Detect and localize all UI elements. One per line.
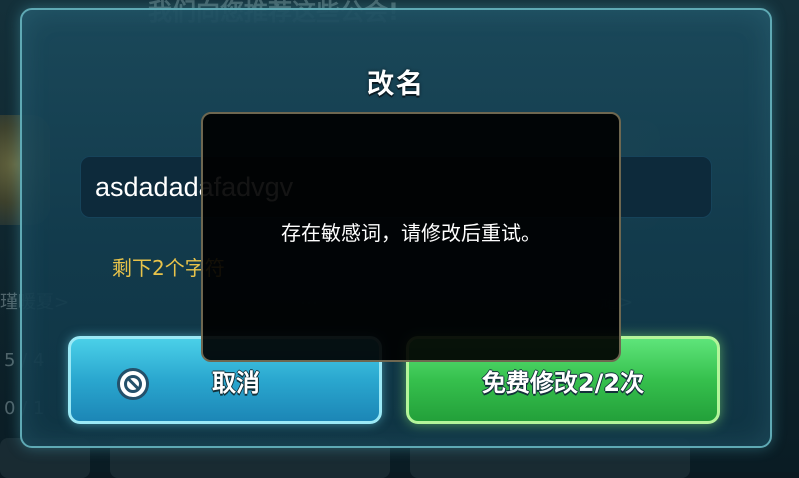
error-toast: 存在敏感词，请修改后重试。 (201, 112, 621, 362)
dialog-title: 改名 (367, 69, 425, 100)
cancel-button-label: 取消 (212, 368, 260, 397)
toast-message: 存在敏感词，请修改后重试。 (281, 220, 541, 245)
prohibited-circle-icon (117, 368, 149, 400)
free-rename-button-label: 免费修改2/2次 (481, 368, 645, 397)
